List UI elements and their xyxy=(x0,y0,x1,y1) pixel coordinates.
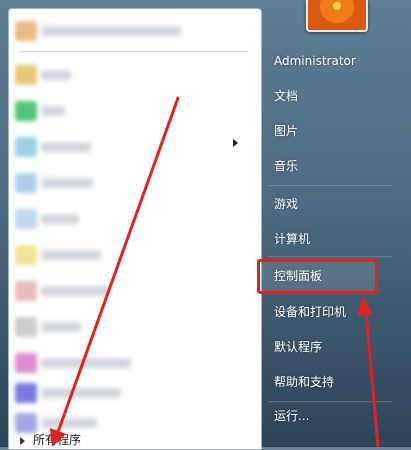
recent-program-item[interactable] xyxy=(13,277,253,305)
pinned-program-item[interactable] xyxy=(13,61,253,89)
menu-separator xyxy=(268,185,392,187)
program-icon xyxy=(15,245,37,265)
program-label-blurred xyxy=(41,358,131,368)
pane-divider xyxy=(19,51,249,52)
menu-item-devices-printers[interactable]: 设备和打印机 xyxy=(274,302,346,322)
menu-item-music[interactable]: 音乐 xyxy=(274,156,298,176)
recent-program-item[interactable] xyxy=(13,349,253,377)
start-menu-programs-pane xyxy=(8,8,262,450)
all-programs-button[interactable]: 所有程序 xyxy=(20,433,81,447)
recent-program-item[interactable] xyxy=(13,97,253,125)
program-icon xyxy=(15,21,37,41)
program-label-blurred xyxy=(41,388,121,398)
all-programs-label: 所有程序 xyxy=(33,433,82,447)
submenu-arrow-icon[interactable] xyxy=(233,139,238,147)
program-icon xyxy=(15,353,37,373)
program-label-blurred xyxy=(41,418,97,428)
menu-item-pictures[interactable]: 图片 xyxy=(274,121,298,141)
menu-item-run[interactable]: 运行... xyxy=(274,406,309,426)
program-icon xyxy=(15,101,37,121)
menu-item-control-panel[interactable]: 控制面板 xyxy=(274,266,322,286)
program-label-blurred xyxy=(41,142,91,152)
recent-program-item[interactable] xyxy=(13,241,253,269)
menu-item-help-support[interactable]: 帮助和支持 xyxy=(274,372,334,392)
pinned-program-item[interactable] xyxy=(13,17,253,45)
program-icon xyxy=(15,281,37,301)
program-label-blurred xyxy=(41,178,93,188)
triangle-right-icon xyxy=(20,436,25,445)
program-icon xyxy=(15,413,37,433)
program-label-blurred xyxy=(41,286,111,296)
menu-separator xyxy=(268,401,392,403)
menu-item-games[interactable]: 游戏 xyxy=(274,194,298,214)
program-label-blurred xyxy=(41,322,81,332)
program-label-blurred xyxy=(41,106,65,116)
program-label-blurred xyxy=(41,70,71,80)
recent-program-item[interactable] xyxy=(13,169,253,197)
menu-item-computer[interactable]: 计算机 xyxy=(274,229,310,249)
recent-program-item[interactable] xyxy=(13,313,253,341)
program-icon xyxy=(15,209,37,229)
recent-program-item[interactable] xyxy=(13,379,253,407)
user-avatar[interactable] xyxy=(306,0,368,32)
menu-item-default-programs[interactable]: 默认程序 xyxy=(274,337,322,357)
recent-program-item[interactable] xyxy=(13,205,253,233)
program-icon xyxy=(15,65,37,85)
menu-separator xyxy=(268,256,392,258)
recent-program-item[interactable] xyxy=(13,133,253,161)
program-icon xyxy=(15,317,37,337)
program-icon xyxy=(15,173,37,193)
program-icon xyxy=(15,137,37,157)
program-label-blurred xyxy=(41,26,181,36)
program-label-blurred xyxy=(41,214,79,224)
program-icon xyxy=(15,383,37,403)
user-name-link[interactable]: Administrator xyxy=(274,51,356,71)
menu-item-documents[interactable]: 文档 xyxy=(274,86,298,106)
program-label-blurred xyxy=(41,250,101,260)
